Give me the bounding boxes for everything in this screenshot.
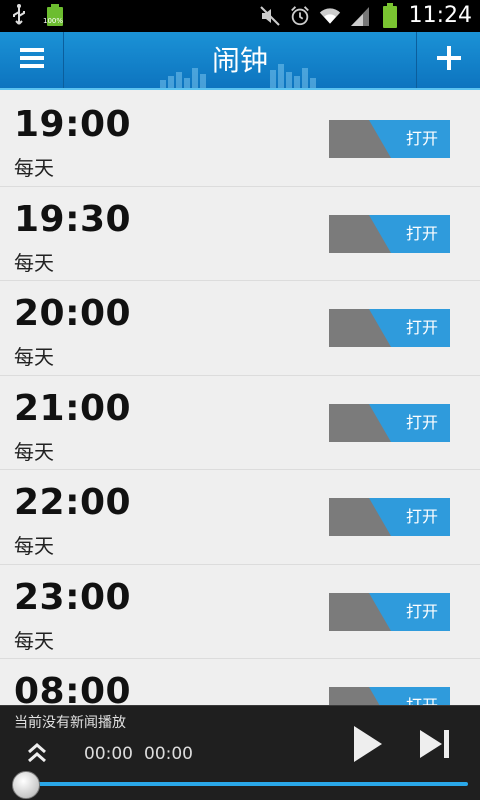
plus-icon xyxy=(436,46,461,74)
alarm-toggle[interactable]: 打开 xyxy=(329,687,450,705)
alarm-toggle[interactable]: 打开 xyxy=(329,403,450,442)
toggle-label: 打开 xyxy=(405,412,438,432)
toggle-label: 打开 xyxy=(405,129,438,148)
expand-button[interactable] xyxy=(24,740,50,766)
alarm-toggle[interactable]: 打开 xyxy=(329,214,450,253)
usb-icon xyxy=(8,4,30,26)
status-clock: 11:24 xyxy=(408,3,472,28)
page-title: 闹钟 xyxy=(211,44,268,77)
alarm-time: 19:00 xyxy=(14,104,132,145)
menu-button[interactable] xyxy=(0,32,64,88)
battery-small-label: 100% xyxy=(43,17,64,25)
alarm-row[interactable]: 22:00 每天 打开 xyxy=(0,470,480,565)
play-button[interactable] xyxy=(350,724,386,764)
elapsed-time: 00:00 xyxy=(84,744,133,764)
alarm-time: 19:30 xyxy=(14,198,132,240)
alarm-repeat: 每天 xyxy=(14,534,54,558)
progress-knob[interactable] xyxy=(12,771,40,799)
next-button[interactable] xyxy=(418,728,452,760)
toggle-label: 打开 xyxy=(405,601,438,621)
news-player: 当前没有新闻播放 00:00 00:00 xyxy=(0,705,480,800)
toggle-label: 打开 xyxy=(405,507,438,526)
toggle-label: 打开 xyxy=(406,687,438,705)
alarm-list[interactable]: 19:00 每天 打开 19:30 每天 打开 20:00 每天 打开 21:0… xyxy=(0,92,480,705)
alarm-icon xyxy=(289,5,311,27)
alarm-time: 08:00 xyxy=(14,671,132,705)
add-alarm-button[interactable] xyxy=(416,32,480,88)
wifi-icon xyxy=(319,5,341,27)
toggle-label: 打开 xyxy=(405,318,438,337)
signal-icon xyxy=(349,5,371,27)
alarm-row[interactable]: 20:00 每天 打开 xyxy=(0,281,480,376)
alarm-repeat: 每天 xyxy=(14,628,54,653)
alarm-repeat: 每天 xyxy=(14,439,54,464)
alarm-repeat: 每天 xyxy=(14,345,54,369)
alarm-row[interactable]: 19:30 每天 打开 xyxy=(0,186,480,281)
alarm-row[interactable]: 19:00 每天 打开 xyxy=(0,92,480,187)
skip-next-icon xyxy=(418,730,452,764)
total-time: 00:00 xyxy=(144,744,193,764)
alarm-row[interactable]: 08:00 每天 打开 xyxy=(0,659,480,705)
battery-icon xyxy=(379,3,401,28)
app-header: 闹钟 xyxy=(0,32,480,90)
mute-icon xyxy=(259,5,281,27)
alarm-toggle[interactable]: 打开 xyxy=(329,120,450,158)
player-status: 当前没有新闻播放 xyxy=(14,715,126,731)
progress-track[interactable] xyxy=(22,782,468,786)
alarm-toggle[interactable]: 打开 xyxy=(329,592,450,631)
alarm-time: 23:00 xyxy=(14,576,132,618)
alarm-time: 22:00 xyxy=(14,482,132,523)
alarm-time: 21:00 xyxy=(14,387,132,429)
status-bar: 100% 11:24 xyxy=(0,0,480,32)
double-chevron-up-icon xyxy=(24,743,50,770)
alarm-row[interactable]: 21:00 每天 打开 xyxy=(0,375,480,470)
alarm-toggle[interactable]: 打开 xyxy=(329,309,450,347)
alarm-repeat: 每天 xyxy=(14,250,54,275)
alarm-row[interactable]: 23:00 每天 打开 xyxy=(0,564,480,659)
play-icon xyxy=(350,726,386,768)
alarm-repeat: 每天 xyxy=(14,156,54,180)
alarm-time: 20:00 xyxy=(14,293,132,334)
alarm-toggle[interactable]: 打开 xyxy=(329,498,450,536)
battery-small-icon: 100% xyxy=(43,4,66,26)
toggle-label: 打开 xyxy=(405,223,438,243)
menu-icon xyxy=(19,47,44,73)
